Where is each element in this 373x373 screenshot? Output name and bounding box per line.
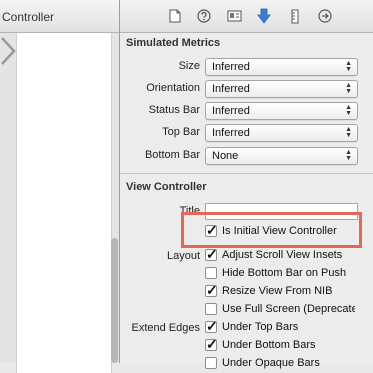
adjust-scroll-view-insets-label: Adjust Scroll View Insets: [222, 249, 343, 261]
bottom-bar-value: None: [212, 150, 239, 162]
popup-arrows-icon: ▲ ▼: [345, 82, 352, 95]
under-top-bars-checkbox[interactable]: Under Top Bars: [205, 318, 299, 335]
orientation-popup[interactable]: Inferred ▲ ▼: [205, 80, 358, 98]
layout-label: Layout: [166, 250, 200, 262]
bottom-bar-label: Bottom Bar: [144, 149, 200, 161]
status-bar-value: Inferred: [212, 105, 250, 117]
use-full-screen-label: Use Full Screen (Deprecated): [222, 303, 355, 315]
quick-help-tab[interactable]: [196, 8, 212, 24]
bottom-bar-popup[interactable]: None ▲ ▼: [205, 147, 358, 165]
popup-arrows-icon: ▲ ▼: [345, 149, 352, 162]
arrow-circle-icon: [318, 9, 332, 23]
under-bottom-bars-label: Under Bottom Bars: [222, 339, 316, 351]
attributes-inspector-panel: Simulated Metrics Size Inferred ▲ ▼ Orien…: [120, 0, 373, 369]
under-top-bars-label: Under Top Bars: [222, 321, 299, 333]
file-inspector-tab[interactable]: [167, 8, 183, 24]
checkbox-box[interactable]: [205, 282, 218, 299]
scene-title: Controller: [2, 10, 55, 24]
top-bar-value: Inferred: [212, 127, 250, 139]
view-controller-header: View Controller: [126, 181, 207, 193]
size-value: Inferred: [212, 61, 250, 73]
orientation-value: Inferred: [212, 83, 250, 95]
simulated-metrics-header: Simulated Metrics: [126, 37, 221, 49]
size-label: Size: [178, 60, 200, 72]
checkbox-box[interactable]: [205, 267, 217, 279]
down-arrow-icon: [257, 8, 271, 24]
id-card-icon: [227, 10, 241, 22]
checkbox-box[interactable]: [205, 318, 218, 335]
adjust-scroll-view-insets-checkbox[interactable]: Adjust Scroll View Insets: [205, 246, 343, 263]
help-icon: [197, 9, 211, 23]
connections-inspector-tab[interactable]: [317, 8, 333, 24]
section-divider: [120, 173, 373, 174]
highlight-annotation-box: [181, 212, 362, 248]
checkbox-box[interactable]: [205, 303, 217, 315]
top-bar-popup[interactable]: Inferred ▲ ▼: [205, 124, 358, 142]
checkbox-box[interactable]: [205, 246, 218, 263]
entry-point-arrow-icon: [1, 37, 16, 65]
use-full-screen-checkbox[interactable]: Use Full Screen (Deprecated): [205, 301, 355, 317]
storyboard-canvas: Controller: [0, 0, 120, 373]
size-inspector-tab[interactable]: [287, 8, 303, 24]
canvas-scrollbar[interactable]: [111, 238, 118, 363]
top-bar-label: Top Bar: [162, 126, 200, 138]
view-controller-scene[interactable]: [16, 33, 112, 373]
identity-inspector-tab[interactable]: [226, 8, 242, 24]
ruler-icon: [291, 9, 299, 23]
orientation-label: Orientation: [146, 82, 200, 94]
status-bar-popup[interactable]: Inferred ▲ ▼: [205, 102, 358, 120]
checkbox-box[interactable]: [205, 357, 217, 369]
inspector-tab-bar: [120, 0, 373, 33]
popup-arrows-icon: ▲ ▼: [345, 60, 352, 73]
status-bar-label: Status Bar: [148, 104, 200, 116]
file-icon: [169, 9, 181, 23]
under-bottom-bars-checkbox[interactable]: Under Bottom Bars: [205, 336, 316, 353]
under-opaque-bars-checkbox[interactable]: Under Opaque Bars: [205, 355, 320, 371]
hide-bottom-bar-on-push-checkbox[interactable]: Hide Bottom Bar on Push: [205, 265, 346, 281]
popup-arrows-icon: ▲ ▼: [345, 126, 352, 139]
extend-edges-label: Extend Edges: [131, 322, 201, 334]
hide-bottom-bar-on-push-label: Hide Bottom Bar on Push: [222, 267, 347, 279]
under-opaque-bars-label: Under Opaque Bars: [222, 357, 320, 369]
checkbox-box[interactable]: [205, 336, 218, 353]
size-popup[interactable]: Inferred ▲ ▼: [205, 58, 358, 76]
popup-arrows-icon: ▲ ▼: [345, 104, 352, 117]
resize-view-from-nib-checkbox[interactable]: Resize View From NIB: [205, 282, 333, 299]
attributes-inspector-tab[interactable]: [256, 8, 272, 24]
resize-view-from-nib-label: Resize View From NIB: [222, 285, 333, 297]
scene-header: Controller: [0, 0, 120, 33]
